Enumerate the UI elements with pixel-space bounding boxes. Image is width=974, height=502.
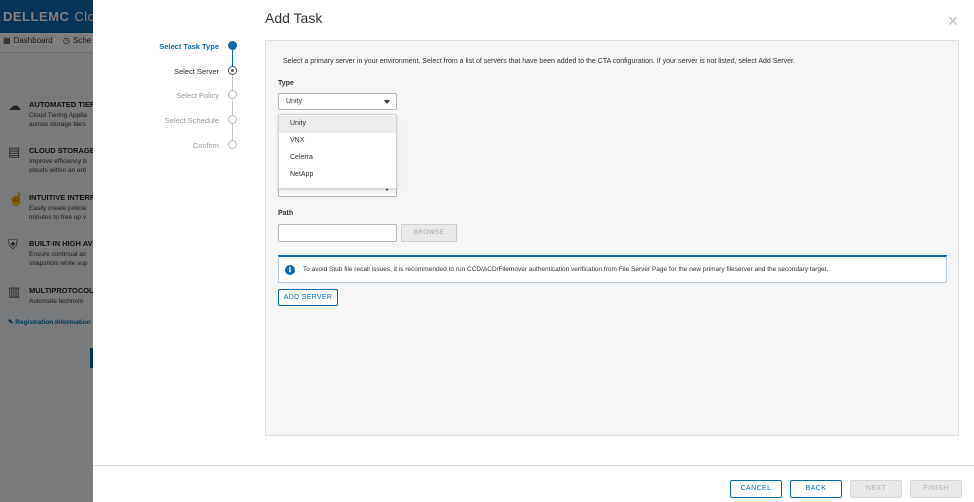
dropdown-option-celerra[interactable]: Celerra [279, 150, 396, 167]
step-select-policy: Select Policy [176, 91, 219, 100]
dropdown-option-vnx[interactable]: VNX [279, 133, 396, 150]
step-dot-pending [228, 90, 237, 99]
type-dropdown-menu: Unity VNX Celerra NetApp [278, 114, 397, 189]
modal-title: Add Task [265, 10, 323, 26]
type-select[interactable]: Unity [278, 93, 397, 110]
add-server-button[interactable]: ADD SERVER [278, 289, 338, 306]
step-select-server: Select Server [173, 67, 219, 76]
path-label: Path [278, 210, 294, 217]
caret-down-icon [384, 100, 390, 104]
step-connector-4 [232, 124, 233, 140]
info-text: To avoid Stub file recall issues, it is … [303, 266, 829, 273]
step-connector-3 [232, 100, 233, 115]
type-label: Type [278, 80, 294, 87]
intro-text: Select a primary server in your environm… [283, 58, 795, 65]
step-select-schedule: Select Schedule [164, 116, 219, 125]
footer-divider [93, 465, 974, 466]
step-dot-active [228, 41, 237, 50]
step-dot-pending [228, 115, 237, 124]
browse-button: BROWSE [401, 224, 457, 242]
step-connector-2 [232, 75, 233, 91]
path-input[interactable] [278, 224, 397, 242]
info-banner: i To avoid Stub file recall issues, it i… [278, 255, 947, 283]
step-dot-pending [228, 140, 237, 149]
content-panel: Select a primary server in your environm… [265, 40, 959, 436]
add-task-modal: Add Task ✕ Select Task Type Select Serve… [93, 0, 974, 502]
close-icon[interactable]: ✕ [946, 14, 960, 28]
back-button[interactable]: BACK [790, 480, 842, 498]
step-connector-1 [232, 50, 233, 66]
info-icon: i [285, 265, 295, 275]
dropdown-option-netapp[interactable]: NetApp [279, 167, 396, 184]
next-button: NEXT [850, 480, 902, 498]
step-dot-current [228, 66, 237, 75]
finish-button: FINISH [910, 480, 962, 498]
step-select-task-type: Select Task Type [159, 42, 219, 51]
cancel-button[interactable]: CANCEL [730, 480, 782, 498]
dropdown-option-unity[interactable]: Unity [279, 116, 396, 133]
step-confirm: Confirm [192, 141, 219, 150]
